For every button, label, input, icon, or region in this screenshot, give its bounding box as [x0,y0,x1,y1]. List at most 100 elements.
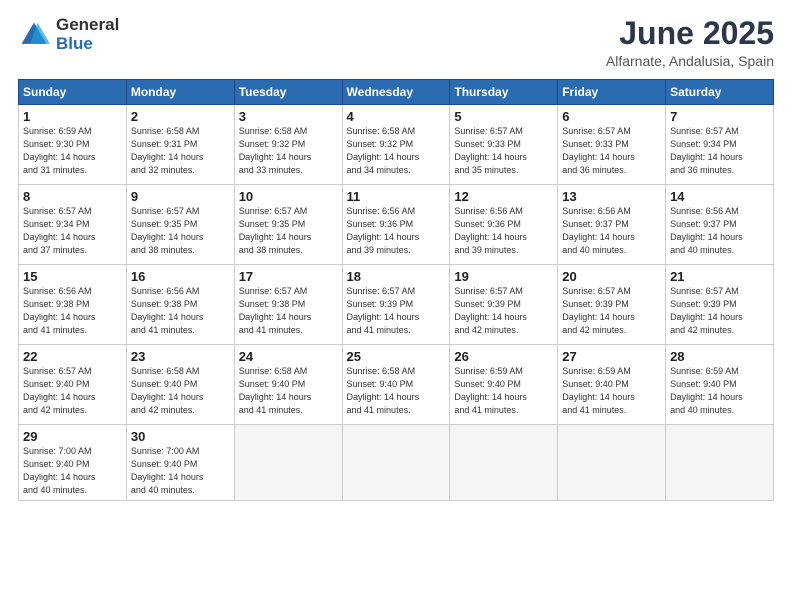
day-number: 30 [131,429,230,444]
day-number: 27 [562,349,661,364]
day-info: Sunrise: 6:58 AM Sunset: 9:40 PM Dayligh… [239,365,338,417]
day-number: 10 [239,189,338,204]
calendar-cell: 12Sunrise: 6:56 AM Sunset: 9:36 PM Dayli… [450,185,558,265]
week-row-2: 8Sunrise: 6:57 AM Sunset: 9:34 PM Daylig… [19,185,774,265]
day-number: 23 [131,349,230,364]
day-number: 18 [347,269,446,284]
calendar-cell: 13Sunrise: 6:56 AM Sunset: 9:37 PM Dayli… [558,185,666,265]
calendar-cell: 1Sunrise: 6:59 AM Sunset: 9:30 PM Daylig… [19,105,127,185]
header-sunday: Sunday [19,80,127,105]
day-number: 2 [131,109,230,124]
calendar-cell: 10Sunrise: 6:57 AM Sunset: 9:35 PM Dayli… [234,185,342,265]
calendar-cell: 19Sunrise: 6:57 AM Sunset: 9:39 PM Dayli… [450,265,558,345]
day-info: Sunrise: 6:57 AM Sunset: 9:39 PM Dayligh… [454,285,553,337]
week-row-5: 29Sunrise: 7:00 AM Sunset: 9:40 PM Dayli… [19,425,774,501]
calendar-cell [450,425,558,501]
calendar-cell: 6Sunrise: 6:57 AM Sunset: 9:33 PM Daylig… [558,105,666,185]
day-info: Sunrise: 6:57 AM Sunset: 9:40 PM Dayligh… [23,365,122,417]
day-info: Sunrise: 6:56 AM Sunset: 9:38 PM Dayligh… [131,285,230,337]
day-number: 15 [23,269,122,284]
day-info: Sunrise: 6:57 AM Sunset: 9:34 PM Dayligh… [23,205,122,257]
calendar-cell: 20Sunrise: 6:57 AM Sunset: 9:39 PM Dayli… [558,265,666,345]
day-info: Sunrise: 6:57 AM Sunset: 9:38 PM Dayligh… [239,285,338,337]
day-info: Sunrise: 7:00 AM Sunset: 9:40 PM Dayligh… [131,445,230,497]
calendar-cell: 27Sunrise: 6:59 AM Sunset: 9:40 PM Dayli… [558,345,666,425]
day-info: Sunrise: 6:57 AM Sunset: 9:33 PM Dayligh… [562,125,661,177]
day-number: 26 [454,349,553,364]
calendar-cell: 16Sunrise: 6:56 AM Sunset: 9:38 PM Dayli… [126,265,234,345]
day-info: Sunrise: 6:59 AM Sunset: 9:40 PM Dayligh… [562,365,661,417]
day-number: 8 [23,189,122,204]
day-info: Sunrise: 6:57 AM Sunset: 9:35 PM Dayligh… [131,205,230,257]
day-info: Sunrise: 6:58 AM Sunset: 9:40 PM Dayligh… [131,365,230,417]
day-info: Sunrise: 6:57 AM Sunset: 9:39 PM Dayligh… [670,285,769,337]
header: General Blue June 2025 Alfarnate, Andalu… [18,16,774,69]
calendar-cell: 22Sunrise: 6:57 AM Sunset: 9:40 PM Dayli… [19,345,127,425]
day-info: Sunrise: 6:56 AM Sunset: 9:36 PM Dayligh… [347,205,446,257]
week-row-3: 15 Sunrise: 6:56 AM Sunset: 9:38 PM Dayli… [19,265,774,345]
calendar-cell [342,425,450,501]
title-location: Alfarnate, Andalusia, Spain [606,53,774,69]
day-number: 24 [239,349,338,364]
calendar-cell: 5Sunrise: 6:57 AM Sunset: 9:33 PM Daylig… [450,105,558,185]
calendar-cell [558,425,666,501]
day-info: Sunrise: 6:59 AM Sunset: 9:40 PM Dayligh… [670,365,769,417]
day-number: 13 [562,189,661,204]
day-info: Sunrise: 6:56 AM Sunset: 9:36 PM Dayligh… [454,205,553,257]
day-number: 4 [347,109,446,124]
header-thursday: Thursday [450,80,558,105]
day-info: Sunrise: 6:58 AM Sunset: 9:32 PM Dayligh… [239,125,338,177]
day-number: 5 [454,109,553,124]
page: General Blue June 2025 Alfarnate, Andalu… [0,0,792,612]
day-info: Sunrise: 7:00 AM Sunset: 9:40 PM Dayligh… [23,445,122,497]
calendar-cell: 23Sunrise: 6:58 AM Sunset: 9:40 PM Dayli… [126,345,234,425]
calendar-cell: 3Sunrise: 6:58 AM Sunset: 9:32 PM Daylig… [234,105,342,185]
day-number: 16 [131,269,230,284]
day-number: 29 [23,429,122,444]
day-number: 25 [347,349,446,364]
header-friday: Friday [558,80,666,105]
day-number: 6 [562,109,661,124]
calendar-cell: 2Sunrise: 6:58 AM Sunset: 9:31 PM Daylig… [126,105,234,185]
day-number: 22 [23,349,122,364]
day-number: 17 [239,269,338,284]
header-wednesday: Wednesday [342,80,450,105]
logo-general: General [56,16,119,35]
calendar-cell: 29Sunrise: 7:00 AM Sunset: 9:40 PM Dayli… [19,425,127,501]
day-number: 3 [239,109,338,124]
day-info: Sunrise: 6:56 AM Sunset: 9:37 PM Dayligh… [562,205,661,257]
logo-blue: Blue [56,35,119,54]
day-info: Sunrise: 6:57 AM Sunset: 9:33 PM Dayligh… [454,125,553,177]
calendar-cell: 30Sunrise: 7:00 AM Sunset: 9:40 PM Dayli… [126,425,234,501]
calendar-cell: 17Sunrise: 6:57 AM Sunset: 9:38 PM Dayli… [234,265,342,345]
calendar-cell: 7Sunrise: 6:57 AM Sunset: 9:34 PM Daylig… [666,105,774,185]
day-info: Sunrise: 6:56 AM Sunset: 9:37 PM Dayligh… [670,205,769,257]
day-number: 28 [670,349,769,364]
day-info: Sunrise: 6:59 AM Sunset: 9:30 PM Dayligh… [23,125,122,177]
calendar-cell: 28Sunrise: 6:59 AM Sunset: 9:40 PM Dayli… [666,345,774,425]
calendar-cell: 18Sunrise: 6:57 AM Sunset: 9:39 PM Dayli… [342,265,450,345]
calendar-table: SundayMondayTuesdayWednesdayThursdayFrid… [18,79,774,501]
day-info: Sunrise: 6:57 AM Sunset: 9:39 PM Dayligh… [562,285,661,337]
header-saturday: Saturday [666,80,774,105]
day-number: 14 [670,189,769,204]
day-info: Sunrise: 6:57 AM Sunset: 9:35 PM Dayligh… [239,205,338,257]
day-info: Sunrise: 6:57 AM Sunset: 9:34 PM Dayligh… [670,125,769,177]
day-number: 20 [562,269,661,284]
day-number: 7 [670,109,769,124]
header-row: SundayMondayTuesdayWednesdayThursdayFrid… [19,80,774,105]
logo: General Blue [18,16,119,53]
logo-icon [18,19,50,51]
calendar-cell: 11Sunrise: 6:56 AM Sunset: 9:36 PM Dayli… [342,185,450,265]
week-row-4: 22Sunrise: 6:57 AM Sunset: 9:40 PM Dayli… [19,345,774,425]
header-tuesday: Tuesday [234,80,342,105]
day-info: Sunrise: 6:58 AM Sunset: 9:31 PM Dayligh… [131,125,230,177]
title-month: June 2025 [606,16,774,51]
calendar-cell: 4Sunrise: 6:58 AM Sunset: 9:32 PM Daylig… [342,105,450,185]
day-info: Sunrise: 6:57 AM Sunset: 9:39 PM Dayligh… [347,285,446,337]
calendar-cell: 8Sunrise: 6:57 AM Sunset: 9:34 PM Daylig… [19,185,127,265]
header-monday: Monday [126,80,234,105]
logo-text: General Blue [56,16,119,53]
day-number: 1 [23,109,122,124]
day-number: 19 [454,269,553,284]
